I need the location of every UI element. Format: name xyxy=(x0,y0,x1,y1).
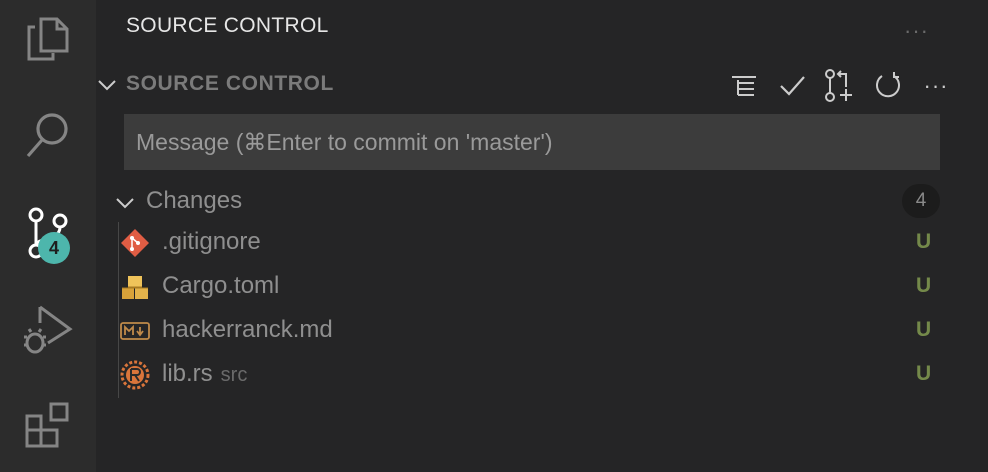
file-status-untracked: U xyxy=(916,230,932,253)
file-row[interactable]: lib.rs src U xyxy=(118,354,968,398)
file-name: lib.rs src xyxy=(162,360,247,388)
file-row[interactable]: hackerranck.md U xyxy=(118,310,968,354)
file-row[interactable]: Cargo.toml U xyxy=(118,266,968,310)
view-more-actions-button[interactable]: ··· xyxy=(904,18,929,44)
check-icon xyxy=(780,76,805,96)
file-name: Cargo.toml xyxy=(162,272,280,299)
section-title: SOURCE CONTROL xyxy=(126,72,334,95)
file-name: hackerranck.md xyxy=(162,316,333,343)
changes-label: Changes xyxy=(146,187,243,214)
view-as-tree-button[interactable] xyxy=(726,68,762,104)
file-name: .gitignore xyxy=(162,228,261,255)
source-control-section-header[interactable]: SOURCE CONTROL ··· xyxy=(96,64,988,104)
activity-bar: 4 xyxy=(0,0,96,472)
search-icon[interactable] xyxy=(0,100,96,170)
view-title: SOURCE CONTROL xyxy=(126,14,329,37)
source-control-sidebar: SOURCE CONTROL ··· SOURCE CONTROL ··· Me… xyxy=(96,0,988,472)
file-status-untracked: U xyxy=(916,318,932,341)
more-actions-button[interactable]: ··· xyxy=(918,68,954,104)
extensions-icon[interactable] xyxy=(0,390,96,460)
list-tree-icon xyxy=(732,76,756,96)
explorer-icon[interactable] xyxy=(0,4,96,74)
create-pull-request-button[interactable] xyxy=(822,68,858,104)
cargo-file-icon xyxy=(122,276,148,299)
refresh-icon xyxy=(876,72,900,98)
rust-file-icon xyxy=(120,360,150,390)
refresh-button[interactable] xyxy=(870,68,906,104)
changes-count-badge: 4 xyxy=(902,184,940,218)
commit-button[interactable] xyxy=(774,68,810,104)
scm-count-badge: 4 xyxy=(38,232,70,264)
changes-group-header[interactable]: Changes 4 xyxy=(96,182,988,222)
chevron-down-icon[interactable] xyxy=(114,192,136,214)
git-file-icon xyxy=(121,229,149,257)
file-name-text: lib.rs xyxy=(162,360,213,387)
pull-request-icon xyxy=(825,69,852,102)
file-status-untracked: U xyxy=(916,274,932,297)
file-status-untracked: U xyxy=(916,362,932,385)
commit-message-input[interactable] xyxy=(124,114,940,170)
markdown-file-icon xyxy=(120,322,150,340)
run-debug-icon[interactable] xyxy=(0,292,96,362)
file-row[interactable]: .gitignore U xyxy=(118,222,968,266)
file-directory: src xyxy=(220,364,248,386)
chevron-down-icon[interactable] xyxy=(96,74,118,96)
